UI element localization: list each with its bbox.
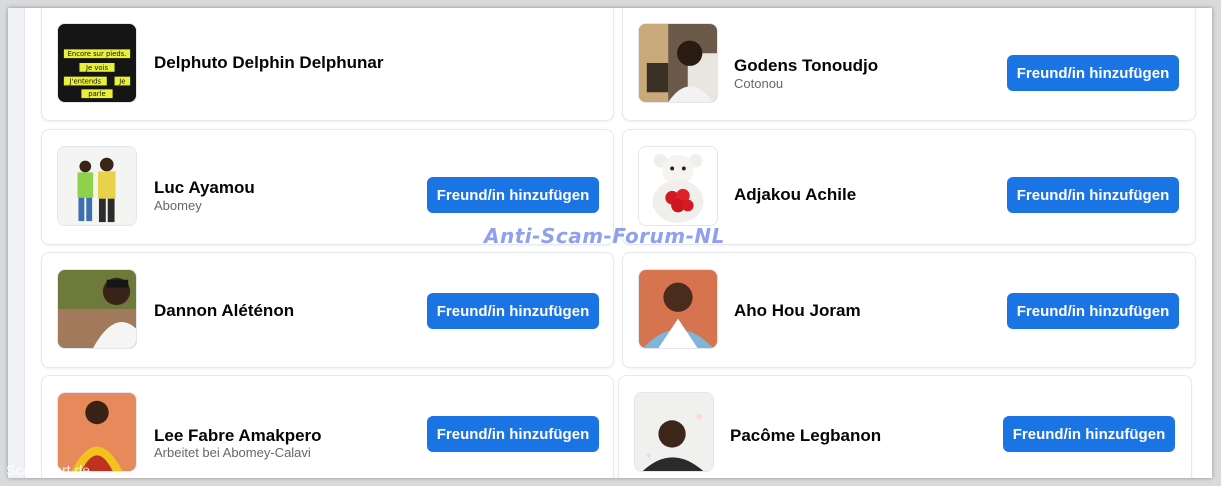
avatar[interactable]: Encore sur pieds. Je vois J'entends Je p… [57, 23, 137, 103]
add-friend-button[interactable]: Freund/in hinzufügen [1007, 55, 1179, 91]
left-strip [8, 8, 25, 478]
add-friend-button[interactable]: Freund/in hinzufügen [1003, 416, 1175, 452]
person-name[interactable]: Delphuto Delphin Delphunar [154, 53, 384, 73]
add-friend-button[interactable]: Freund/in hinzufügen [1007, 177, 1179, 213]
avatar[interactable] [57, 269, 137, 349]
add-friend-button[interactable]: Freund/in hinzufügen [427, 293, 599, 329]
person-name[interactable]: Luc Ayamou [154, 178, 255, 198]
avatar[interactable] [57, 392, 137, 472]
avatar[interactable] [634, 392, 714, 472]
person-subtitle: Arbeitet bei Abomey-Calavi [154, 445, 311, 460]
avatar-photo [58, 270, 136, 348]
avatar[interactable] [638, 146, 718, 226]
watermark: Anti-Scam-Forum-NL [484, 224, 725, 248]
avatar[interactable] [57, 146, 137, 226]
add-friend-button[interactable]: Freund/in hinzufügen [1007, 293, 1179, 329]
avatar-text-line3: J'entends [69, 77, 102, 85]
avatar-text-line1: Encore sur pieds. [68, 50, 127, 58]
person-name[interactable]: Godens Tonoudjo [734, 56, 878, 76]
avatar-text-line4: Je [118, 77, 125, 85]
person-card: Pacôme Legbanon Freund/in hinzufügen [618, 375, 1192, 478]
person-name[interactable]: Aho Hou Joram [734, 301, 861, 321]
person-card: Godens Tonoudjo Cotonou Freund/in hinzuf… [622, 8, 1196, 121]
person-subtitle: Abomey [154, 198, 202, 213]
avatar-text-line5: parle [88, 90, 105, 98]
avatar-photo [58, 147, 136, 225]
friend-suggestions-panel: Encore sur pieds. Je vois J'entends Je p… [8, 8, 1212, 478]
person-card: Aho Hou Joram Freund/in hinzufügen [622, 252, 1196, 368]
person-subtitle: Cotonou [734, 76, 784, 91]
person-name[interactable]: Adjakou Achile [734, 185, 856, 205]
add-friend-button[interactable]: Freund/in hinzufügen [427, 416, 599, 452]
credit-watermark: ScamAlert.de [6, 462, 91, 478]
avatar-photo [639, 270, 717, 348]
person-name[interactable]: Pacôme Legbanon [730, 426, 881, 446]
avatar-text-line2: Je vois [85, 64, 108, 72]
person-card: Encore sur pieds. Je vois J'entends Je p… [41, 8, 614, 121]
person-name[interactable]: Dannon Aléténon [154, 301, 294, 321]
person-card: Lee Fabre Amakpero Arbeitet bei Abomey-C… [41, 375, 614, 478]
avatar-teddy-bear [639, 147, 717, 225]
avatar-photo [635, 393, 713, 471]
avatar[interactable] [638, 269, 718, 349]
avatar-photo [639, 24, 717, 102]
add-friend-button[interactable]: Freund/in hinzufügen [427, 177, 599, 213]
avatar-text-image: Encore sur pieds. Je vois J'entends Je p… [58, 24, 136, 102]
avatar[interactable] [638, 23, 718, 103]
avatar-photo [58, 393, 136, 471]
person-name[interactable]: Lee Fabre Amakpero [154, 426, 322, 446]
person-card: Dannon Aléténon Freund/in hinzufügen [41, 252, 614, 368]
